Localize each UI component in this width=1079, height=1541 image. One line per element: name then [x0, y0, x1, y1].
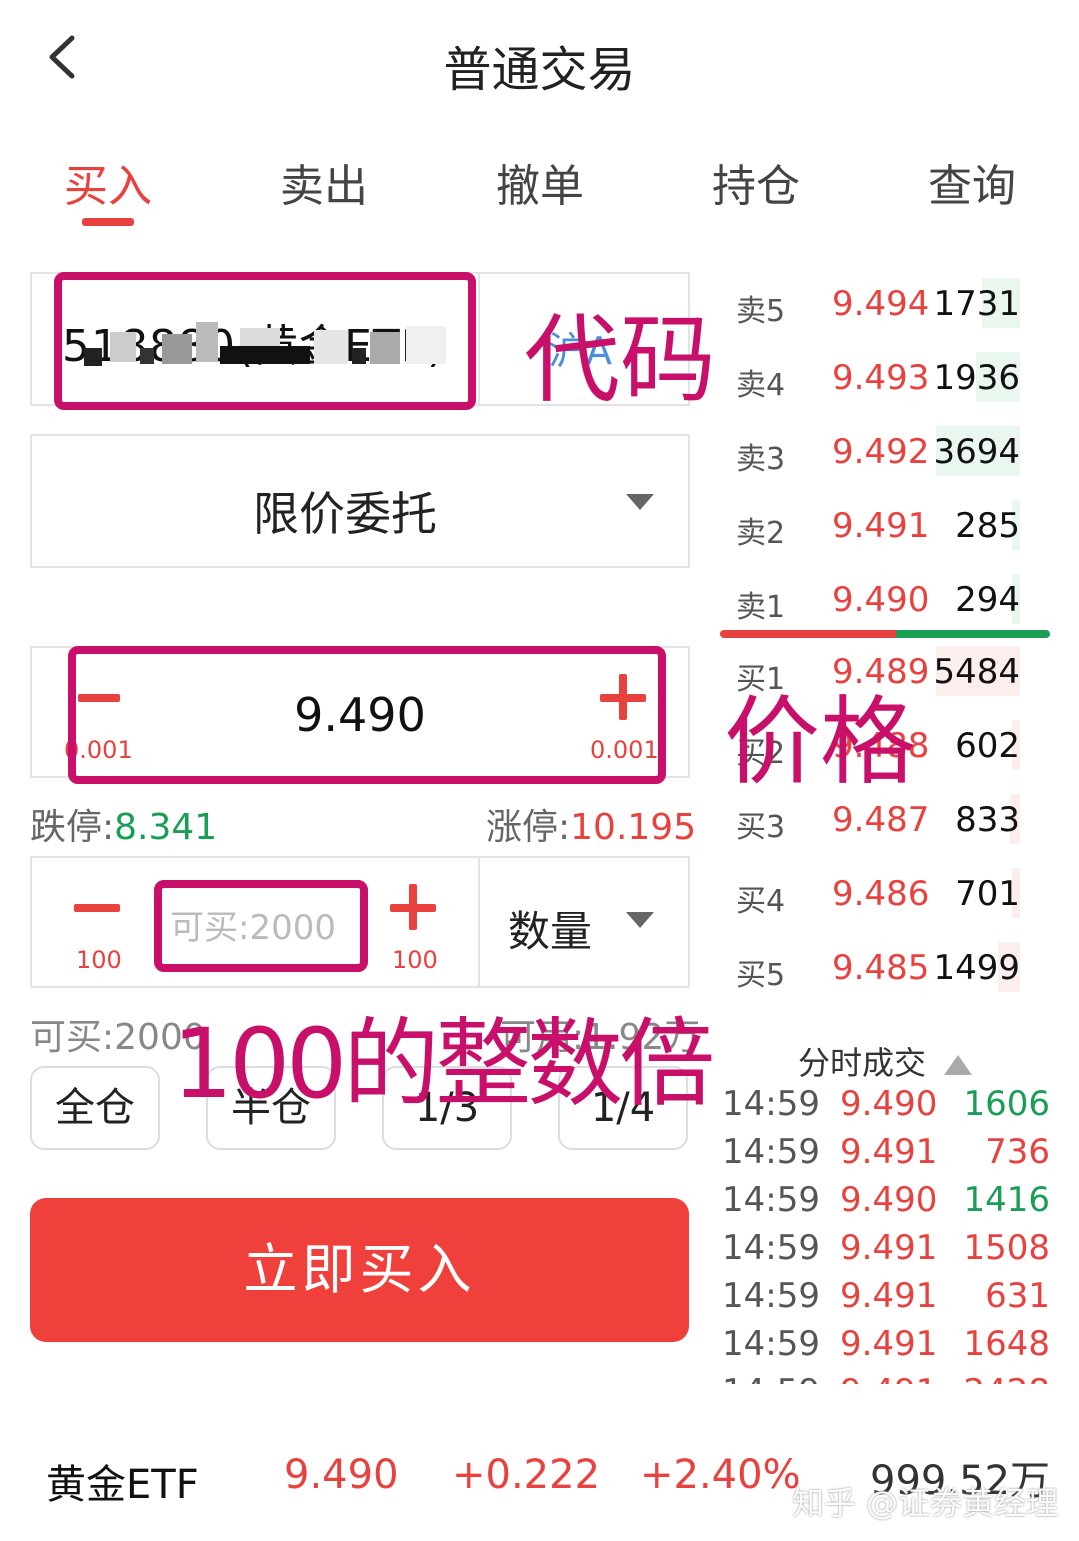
bid-price[interactable]: 9.485 [832, 948, 929, 988]
limit-down: 跌停:8.341 [30, 798, 217, 850]
tab-active-indicator [82, 218, 134, 226]
limit-down-label: 跌停: [30, 807, 115, 848]
book-ratio-bar-sell [720, 630, 898, 638]
bid-volume: 5484 [933, 652, 1020, 692]
annotation-price: 价格 [724, 686, 916, 798]
security-name: 黄金ETF [46, 1462, 199, 1508]
ask-label: 卖4 [736, 368, 786, 403]
ticks-list[interactable]: 14:59 9.490 1606 14:59 9.491 736 14:59 9… [0, 1080, 1079, 1384]
bid-label: 买3 [736, 810, 786, 845]
tab-buy[interactable]: 买入 [28, 150, 188, 214]
limit-up-value: 10.195 [570, 807, 697, 848]
ask-label: 卖1 [736, 590, 786, 625]
ask-label: 卖3 [736, 442, 786, 477]
tick-time: 14:59 [722, 1372, 820, 1384]
ask-volume: 285 [955, 506, 1020, 546]
tick-time: 14:59 [722, 1324, 820, 1364]
annotation-box-code [54, 272, 476, 410]
tick-time: 14:59 [722, 1084, 820, 1124]
tick-volume: 631 [985, 1276, 1050, 1316]
tick-volume: 736 [985, 1132, 1050, 1172]
page-title: 普通交易 [443, 42, 636, 98]
price-change-pct: +2.40% [640, 1452, 801, 1498]
limit-down-value: 8.341 [114, 807, 218, 848]
tab-query[interactable]: 查询 [892, 150, 1052, 214]
ask-price[interactable]: 9.490 [832, 580, 929, 620]
ask-volume: 1936 [933, 358, 1020, 398]
tick-volume: 1648 [963, 1324, 1050, 1364]
annotation-multiple: 100的整数倍 [172, 1008, 715, 1120]
annotation-box-quantity [154, 880, 368, 972]
bid-label: 买4 [736, 884, 786, 919]
bid-price[interactable]: 9.486 [832, 874, 929, 914]
tab-cancel[interactable]: 撤单 [460, 150, 620, 214]
tick-time: 14:59 [722, 1132, 820, 1172]
ask-price[interactable]: 9.492 [832, 432, 929, 472]
bid-price[interactable]: 9.487 [832, 800, 929, 840]
ticks-title[interactable]: 分时成交 [798, 1038, 974, 1084]
quantity-mode-value: 数量 [508, 907, 593, 956]
dropdown-triangle-icon [626, 494, 654, 510]
price-change: +0.222 [452, 1452, 601, 1498]
ask-volume: 1731 [933, 284, 1020, 324]
limit-up: 涨停:10.195 [486, 798, 696, 850]
tick-volume: 1416 [963, 1180, 1050, 1220]
limit-up-label: 涨停: [486, 807, 571, 848]
quantity-minus-step: 100 [76, 946, 122, 974]
ask-volume: 294 [955, 580, 1020, 620]
ask-label: 卖5 [736, 294, 786, 329]
ask-price[interactable]: 9.491 [832, 506, 929, 546]
ask-volume: 3694 [933, 432, 1020, 472]
last-price: 9.490 [284, 1452, 399, 1498]
ask-price[interactable]: 9.494 [832, 284, 929, 324]
tick-volume: 1508 [963, 1228, 1050, 1268]
tick-time: 14:59 [722, 1180, 820, 1220]
quantity-plus-icon-vertical [409, 884, 417, 930]
book-ratio-bar-buy [896, 630, 1050, 638]
tick-volume: 1606 [963, 1084, 1050, 1124]
bid-volume: 1499 [933, 948, 1020, 988]
watermark: 知乎 @证券黄经理 [792, 1484, 1059, 1522]
annotation-code: 代码 [524, 304, 716, 416]
triangle-up-icon [944, 1055, 973, 1075]
annotation-box-price [68, 646, 666, 784]
tick-volume: 2428 [920, 1372, 1050, 1384]
tick-time: 14:59 [722, 1228, 820, 1268]
quantity-minus-icon[interactable] [74, 904, 120, 912]
bid-volume: 602 [955, 726, 1020, 766]
ask-label: 卖2 [736, 516, 786, 551]
bid-volume: 701 [955, 874, 1020, 914]
ticks-title-label: 分时成交 [798, 1044, 927, 1082]
tick-time: 14:59 [722, 1276, 820, 1316]
bid-volume: 833 [955, 800, 1020, 840]
tab-holdings[interactable]: 持仓 [676, 150, 836, 214]
dropdown-triangle-icon [626, 912, 654, 928]
bid-label: 买5 [736, 958, 786, 993]
quantity-plus-step: 100 [392, 946, 438, 974]
order-type-value: 限价委托 [253, 487, 437, 541]
ask-price[interactable]: 9.493 [832, 358, 929, 398]
tab-sell[interactable]: 卖出 [244, 150, 404, 214]
